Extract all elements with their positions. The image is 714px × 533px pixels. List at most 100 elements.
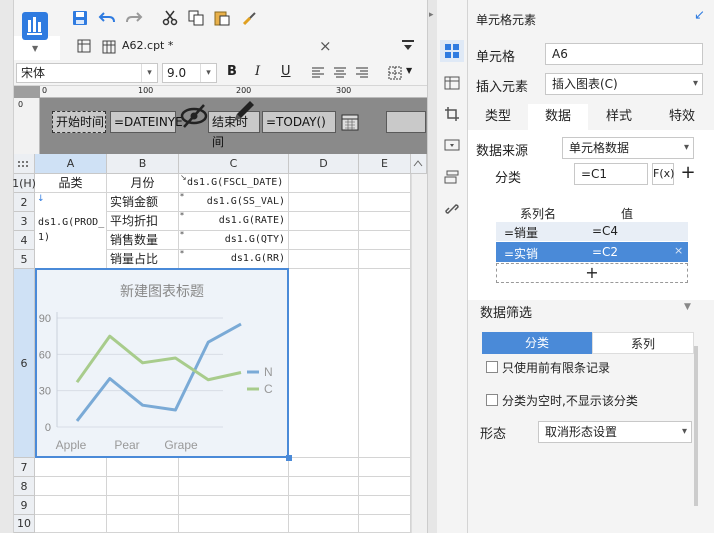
stack-icon[interactable]: [440, 166, 464, 188]
cell-b7[interactable]: [107, 458, 179, 477]
add-series-button[interactable]: +: [496, 263, 688, 283]
cell-a8[interactable]: [35, 477, 107, 496]
insert-element-select[interactable]: 插入图表(C) ▾: [545, 73, 703, 95]
cell-b1[interactable]: 月份: [107, 174, 179, 193]
edit-pencil-icon[interactable]: [228, 97, 258, 127]
row-header[interactable]: 4: [14, 231, 35, 250]
hide-eye-icon[interactable]: [178, 98, 210, 132]
start-time-input[interactable]: =DATEINYE: [110, 111, 183, 133]
cell-e3[interactable]: [359, 212, 411, 231]
cell-c5[interactable]: ds1.G(RR): [179, 250, 289, 269]
cell-e2[interactable]: [359, 193, 411, 212]
chevron-right-icon[interactable]: ▸: [429, 10, 434, 20]
cell-c7[interactable]: [179, 458, 289, 477]
cell-c2[interactable]: ds1.G(SS_VAL): [179, 193, 289, 212]
filter-collapse-icon[interactable]: ▼: [684, 302, 691, 312]
cell-e5[interactable]: [359, 250, 411, 269]
cell-d2[interactable]: [289, 193, 359, 212]
cell-c4[interactable]: ds1.G(QTY): [179, 231, 289, 250]
collapse-panel-icon[interactable]: ↙: [694, 8, 705, 23]
cell-c10[interactable]: [179, 515, 289, 533]
add-category-button[interactable]: +: [677, 163, 699, 185]
file-tab[interactable]: A62.cpt * ×: [98, 37, 338, 57]
format-brush-icon[interactable]: [240, 8, 260, 28]
cell-b4[interactable]: 销售数量: [107, 231, 179, 250]
cell-c8[interactable]: [179, 477, 289, 496]
tab-menu-icon[interactable]: [398, 36, 418, 56]
bold-button[interactable]: B: [227, 64, 237, 79]
copy-icon[interactable]: [186, 8, 206, 28]
cell-e6[interactable]: [359, 269, 411, 458]
grid-corner[interactable]: [14, 154, 35, 174]
cell-b3[interactable]: 平均折扣: [107, 212, 179, 231]
line-chart[interactable]: 新建图表标题 0 30 60 90 Apple Pear Grape NC: [35, 268, 289, 458]
shape-select[interactable]: 取消形态设置 ▾: [538, 421, 692, 443]
column-header[interactable]: E: [359, 154, 411, 174]
save-icon[interactable]: [70, 8, 90, 28]
column-header[interactable]: B: [107, 154, 179, 174]
crop-icon[interactable]: [440, 103, 464, 125]
redo-icon[interactable]: [124, 8, 144, 28]
column-header[interactable]: A: [35, 154, 107, 174]
cell-c9[interactable]: [179, 496, 289, 515]
row-header[interactable]: 10: [14, 515, 35, 533]
grid-view-icon[interactable]: [74, 36, 94, 56]
tab-data[interactable]: 数据: [528, 104, 588, 130]
row-header[interactable]: 7: [14, 458, 35, 477]
vertical-scrollbar[interactable]: [411, 174, 427, 533]
widget-icon[interactable]: [440, 134, 464, 156]
cell-a2[interactable]: ds1.G(PROD_ 1): [35, 193, 107, 269]
category-input[interactable]: =C1: [574, 163, 648, 185]
filter-tab-series[interactable]: 系列: [592, 332, 694, 354]
tab-style[interactable]: 样式: [588, 104, 650, 130]
scroll-up-icon[interactable]: [411, 154, 427, 174]
undo-icon[interactable]: [97, 8, 117, 28]
underline-button[interactable]: U: [281, 64, 291, 79]
calendar-icon[interactable]: [340, 112, 360, 132]
cell-attribute-icon[interactable]: [440, 72, 464, 94]
cell-b10[interactable]: [107, 515, 179, 533]
close-tab-icon[interactable]: ×: [319, 37, 332, 55]
cell-d6[interactable]: [289, 269, 359, 458]
cell-element-icon[interactable]: [440, 40, 464, 62]
row-header[interactable]: 2: [14, 193, 35, 212]
border-dropdown-icon[interactable]: ▼: [406, 66, 412, 75]
cell-e4[interactable]: [359, 231, 411, 250]
delete-row-icon[interactable]: ×: [674, 244, 683, 257]
data-source-select[interactable]: 单元格数据 ▾: [562, 137, 694, 159]
tab-effect[interactable]: 特效: [650, 104, 714, 130]
row-header[interactable]: 5: [14, 250, 35, 269]
cell-b8[interactable]: [107, 477, 179, 496]
cell-d1[interactable]: [289, 174, 359, 193]
cell-b2[interactable]: 实销金额: [107, 193, 179, 212]
cut-icon[interactable]: [160, 8, 180, 28]
border-icon[interactable]: [385, 63, 405, 83]
series-row[interactable]: =销量 =C4: [496, 222, 688, 241]
cell-c3[interactable]: ds1.G(RATE): [179, 212, 289, 231]
extra-param-input[interactable]: [386, 111, 426, 133]
cell-e1[interactable]: [359, 174, 411, 193]
cell-a10[interactable]: [35, 515, 107, 533]
cell-b9[interactable]: [107, 496, 179, 515]
paste-icon[interactable]: [212, 8, 232, 28]
cell-d8[interactable]: [289, 477, 359, 496]
font-family-select[interactable]: 宋体 ▾: [16, 63, 158, 83]
cell-e9[interactable]: [359, 496, 411, 515]
cell-d3[interactable]: [289, 212, 359, 231]
end-time-input[interactable]: =TODAY(): [262, 111, 336, 133]
link-icon[interactable]: [440, 198, 464, 220]
cell-e8[interactable]: [359, 477, 411, 496]
series-row-selected[interactable]: =实销 =C2 ×: [496, 242, 688, 262]
tab-type[interactable]: 类型: [468, 104, 528, 130]
column-header[interactable]: C: [179, 154, 289, 174]
align-center-icon[interactable]: [330, 63, 350, 83]
hide-empty-category-checkbox[interactable]: [486, 394, 498, 406]
filter-tab-category[interactable]: 分类: [482, 332, 592, 354]
logo-dropdown-icon[interactable]: ▼: [32, 44, 38, 53]
font-size-select[interactable]: 9.0 ▾: [162, 63, 217, 83]
formula-button[interactable]: F(x): [652, 163, 674, 185]
row-header[interactable]: 8: [14, 477, 35, 496]
row-header[interactable]: 9: [14, 496, 35, 515]
resize-handle-icon[interactable]: [286, 455, 292, 461]
cell-e7[interactable]: [359, 458, 411, 477]
